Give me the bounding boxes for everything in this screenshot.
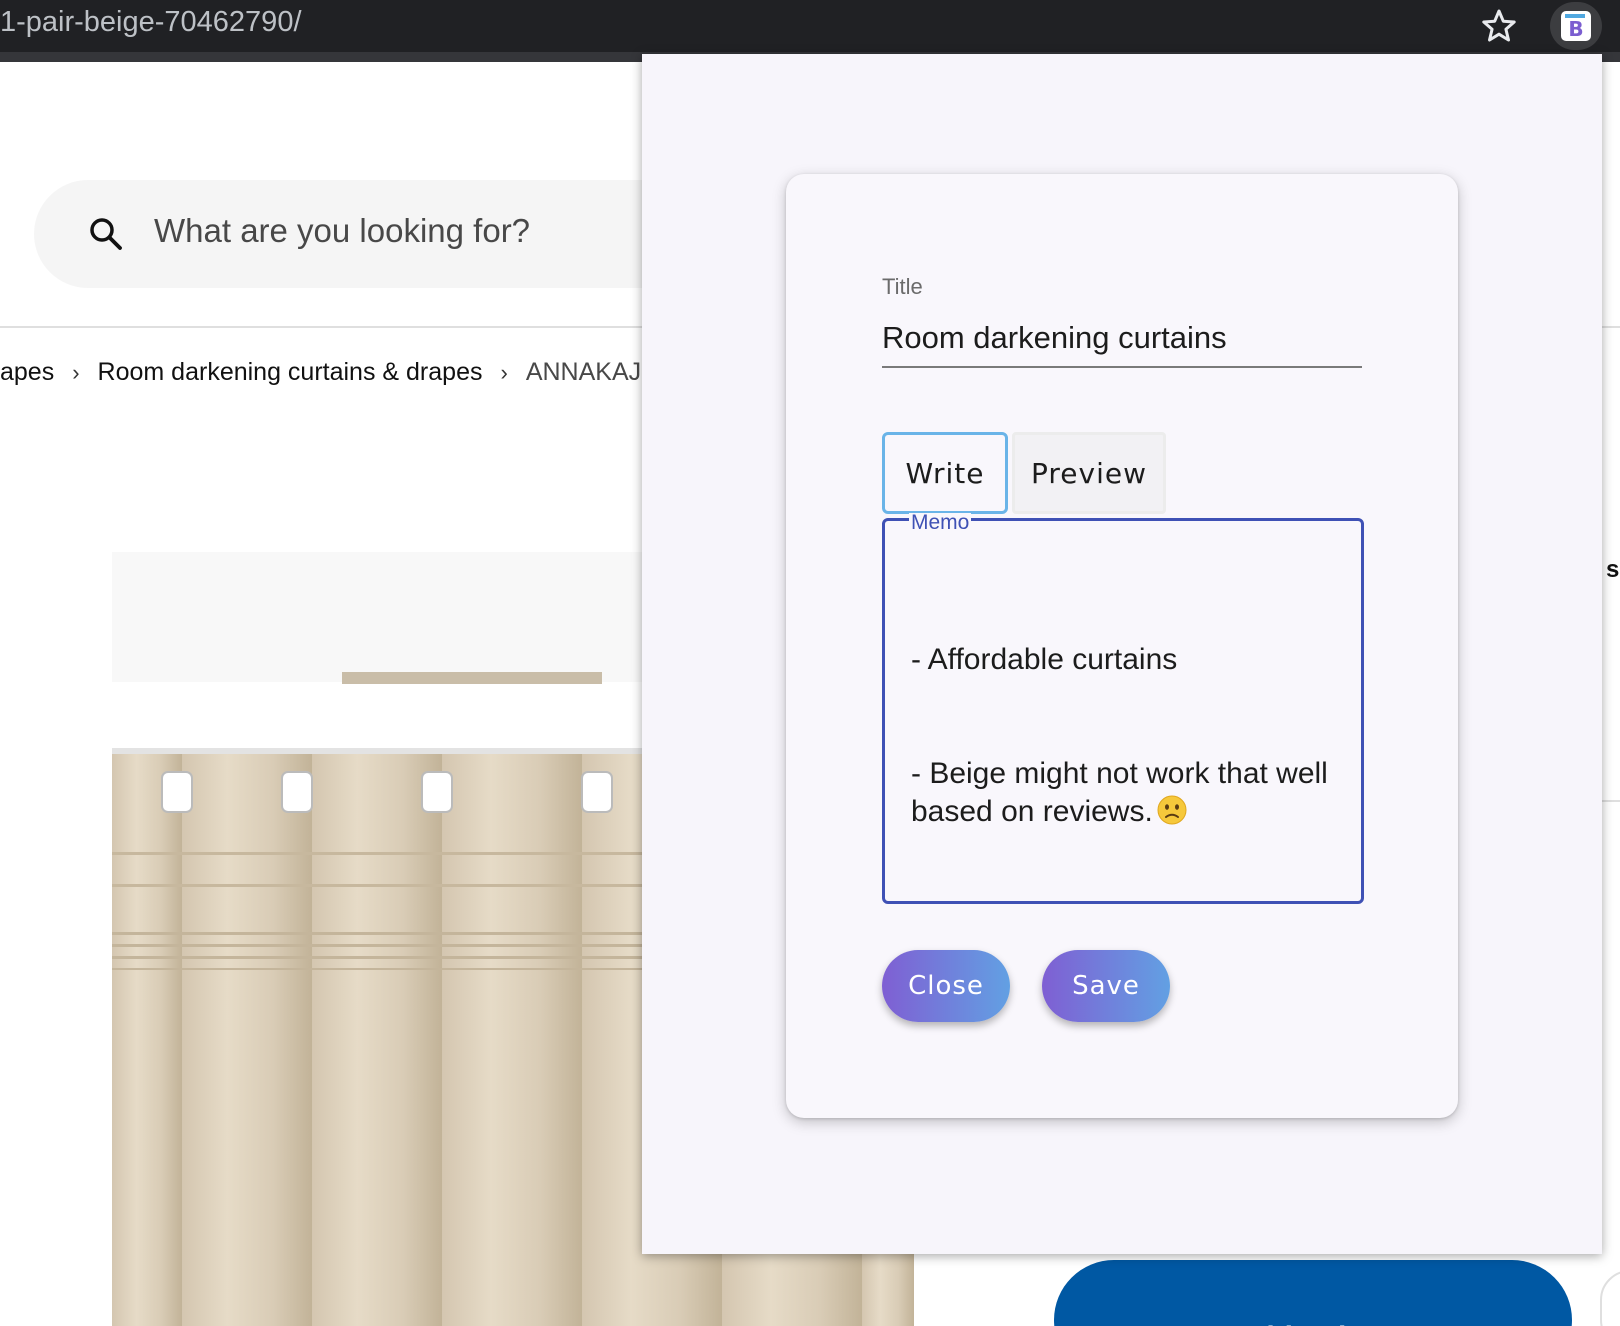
tab-write[interactable]: Write [882,432,1008,514]
tab-preview-label: Preview [1031,456,1147,490]
search-icon [90,218,122,250]
title-input[interactable] [882,310,1362,368]
title-label: Title [882,274,923,299]
favorite-button[interactable] [1600,1270,1620,1326]
memo-textarea[interactable]: Memo - Affordable curtains - Beige might… [882,512,1364,907]
search-input-placeholder[interactable]: What are you looking for? [154,212,530,250]
memo-card: Title Write Preview Memo - Affordable cu… [786,174,1458,1118]
add-to-bag-button[interactable]: Add to bag [1054,1260,1572,1326]
chevron-right-icon: › [500,360,508,385]
slightly-frowning-face-icon [1157,795,1187,825]
memo-line-text: - Beige might not work that well based o… [911,757,1337,828]
extension-logo: B [1561,11,1591,41]
extension-b-icon[interactable]: B [1550,2,1602,50]
header-divider [0,326,660,328]
memo-line: - Beige might not work that well based o… [911,755,1341,831]
star-icon[interactable] [1479,6,1519,46]
memo-content: - Affordable curtains - Beige might not … [911,565,1341,907]
clipped-text: s [1606,556,1620,583]
address-bar-url[interactable]: 1-pair-beige-70462790/ [0,6,302,39]
tab-write-label: Write [905,456,985,490]
breadcrumb-item[interactable]: apes [0,358,54,386]
breadcrumb-current: ANNAKAJS [525,358,658,386]
extension-popup: Title Write Preview Memo - Affordable cu… [642,54,1602,1254]
extension-letter-icon: B [1565,14,1585,39]
memo-label: Memo [909,511,972,534]
breadcrumb-item[interactable]: Room darkening curtains & drapes [98,358,483,386]
breadcrumb: apes › Room darkening curtains & drapes › AN… [0,358,658,387]
browser-toolbar: 1-pair-beige-70462790/ B [0,0,1620,52]
extension-letter: B [1568,17,1583,39]
memo-line: - Affordable curtains [911,643,1178,676]
close-button[interactable]: Close [882,950,1010,1022]
tab-preview[interactable]: Preview [1012,432,1166,514]
save-button[interactable]: Save [1042,950,1170,1022]
chevron-right-icon: › [72,360,80,385]
page: 1-pair-beige-70462790/ B What are you lo… [0,0,1620,1326]
